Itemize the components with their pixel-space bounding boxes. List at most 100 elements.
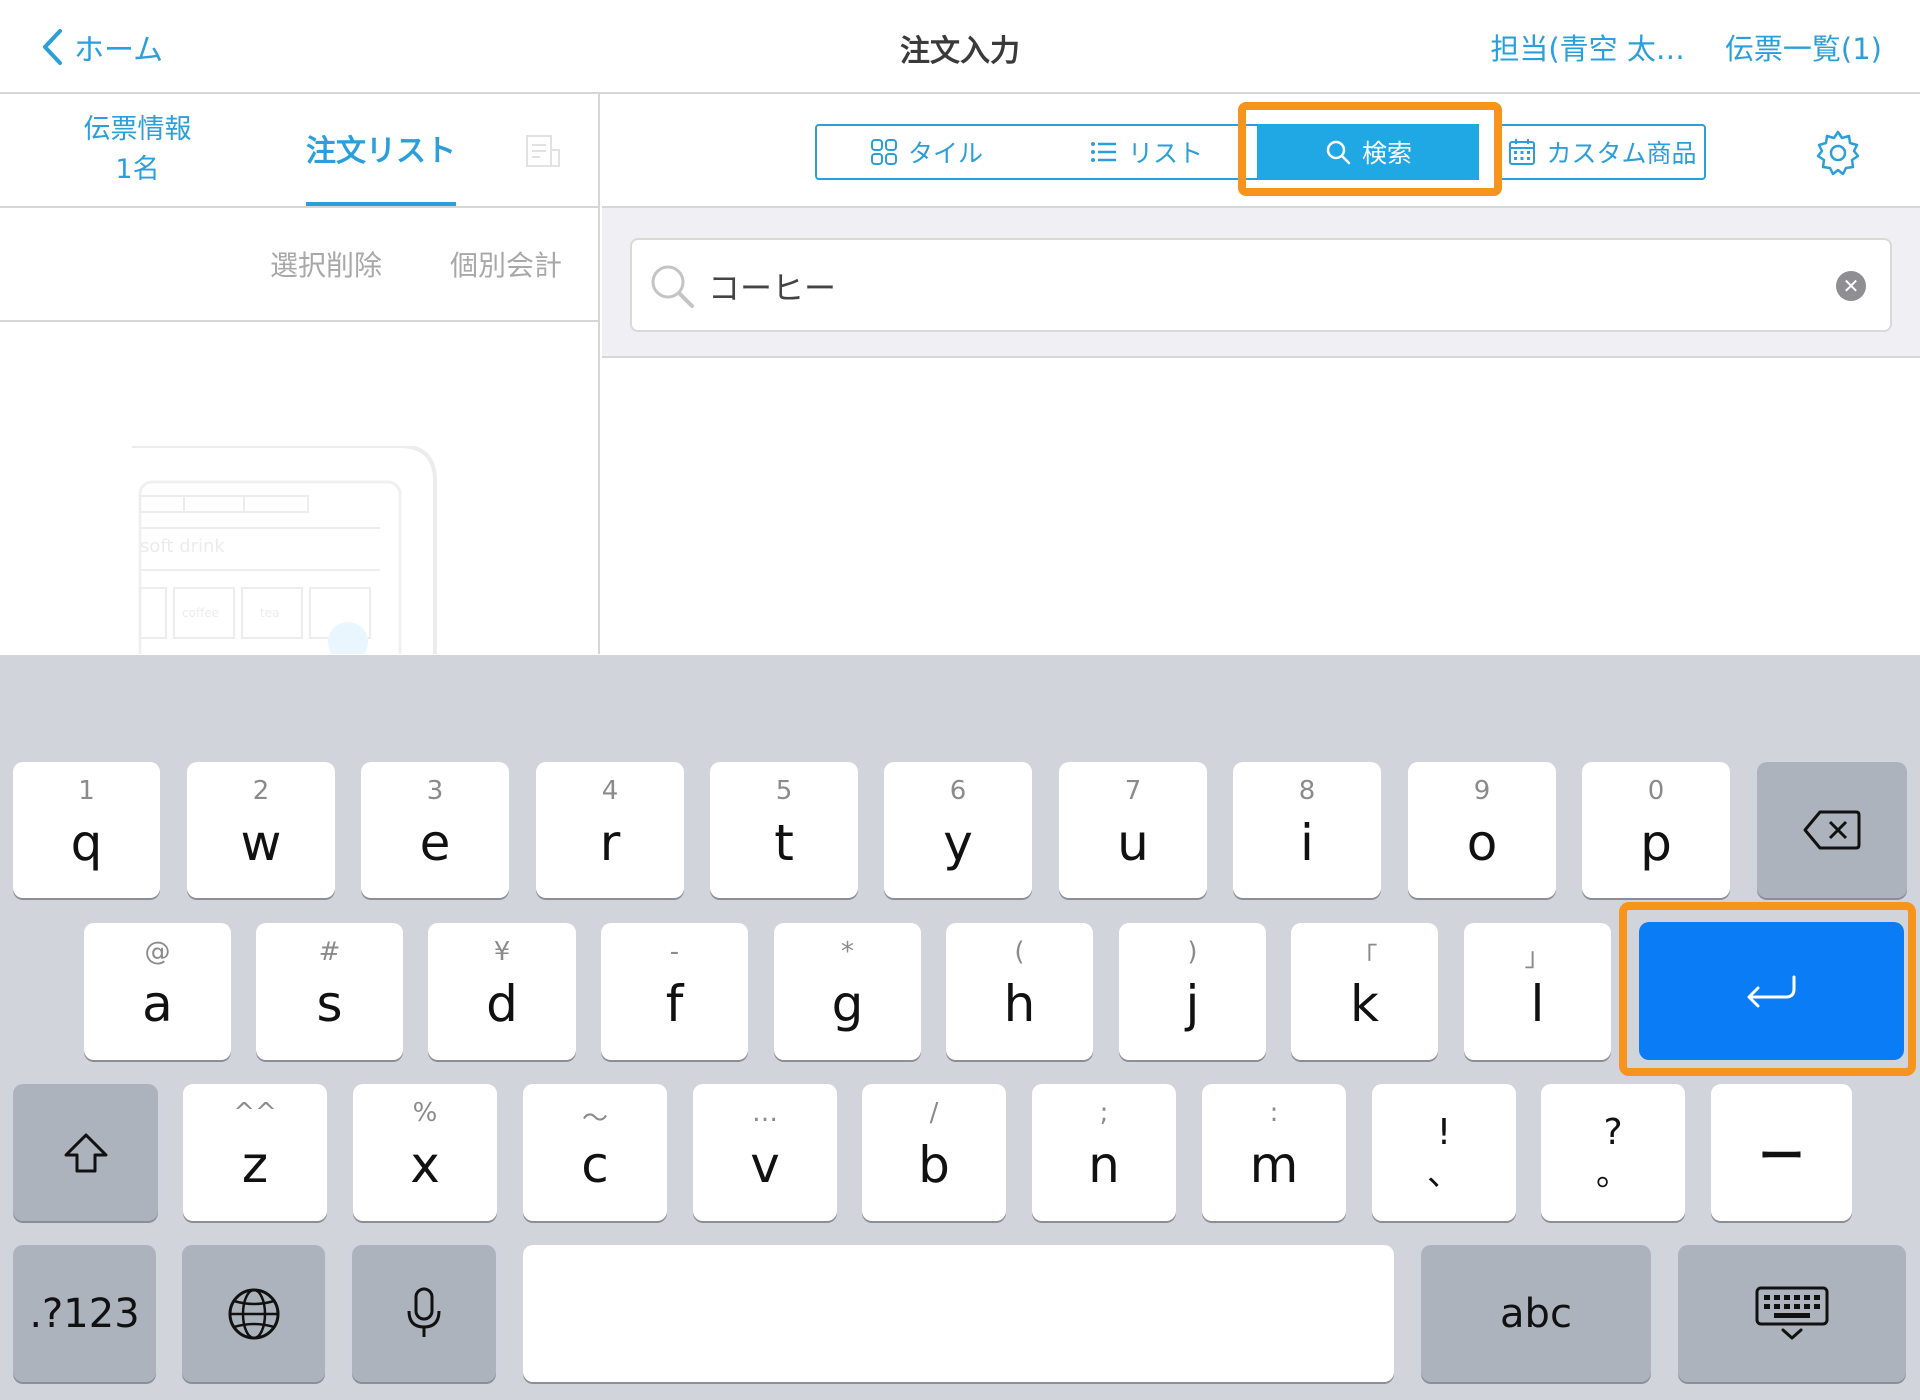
abc-key-label: abc — [1500, 1290, 1572, 1337]
gear-icon[interactable] — [1814, 128, 1862, 176]
microphone-key[interactable] — [352, 1245, 496, 1382]
magnifier-icon — [651, 265, 694, 308]
separate-checkout-button[interactable]: 個別会計 — [450, 244, 562, 284]
key-x[interactable]: % x — [353, 1084, 497, 1221]
key-label: g — [831, 975, 864, 1033]
order-side-panel: 伝票情報 1名 注文リスト 選択削除 個別会計 soft drink coffe… — [0, 94, 600, 654]
segment-tile[interactable]: タイル — [815, 124, 1038, 180]
segment-list[interactable]: リスト — [1036, 124, 1259, 180]
key-label: y — [943, 814, 973, 872]
key-z[interactable]: ^^ z — [183, 1084, 327, 1221]
key-sub-label: 2 — [252, 776, 270, 806]
key-o[interactable]: 9o — [1408, 762, 1556, 898]
key-label: l — [1530, 975, 1545, 1033]
key-d[interactable]: ¥ d — [428, 923, 576, 1060]
numbers-key[interactable]: .?123 — [13, 1245, 156, 1382]
key-label: w — [240, 814, 282, 872]
shift-key[interactable] — [13, 1084, 158, 1221]
key-f[interactable]: -f — [601, 923, 748, 1060]
key-y[interactable]: 6y — [884, 762, 1032, 898]
key-t[interactable]: 5t — [710, 762, 858, 898]
tab-slip-info[interactable]: 伝票情報 1名 — [60, 110, 215, 190]
key-sub-label: 」 — [1524, 943, 1551, 973]
clear-icon[interactable]: ✕ — [1836, 271, 1866, 301]
key-b[interactable]: / b — [862, 1084, 1006, 1221]
key-h[interactable]: (h — [946, 923, 1093, 1060]
key-l[interactable]: 」 l — [1464, 923, 1611, 1060]
back-label: ホーム — [74, 33, 164, 68]
key-sub-label: 3 — [426, 776, 444, 806]
backspace-icon — [1803, 810, 1861, 850]
key-c[interactable]: 〜 c — [523, 1084, 667, 1221]
document-icon[interactable] — [525, 134, 561, 168]
return-key[interactable] — [1639, 922, 1904, 1060]
key-comma[interactable]: !、 — [1372, 1084, 1516, 1221]
nav-bar: ホーム 注文入力 担当(青空 太… 伝票一覧(1) — [0, 0, 1920, 94]
key-long-vowel[interactable]: ー — [1711, 1084, 1852, 1221]
key-label: f — [665, 975, 684, 1033]
segment-search[interactable]: 検索 — [1257, 124, 1479, 180]
key-u[interactable]: 7u — [1059, 762, 1207, 898]
key-label: o — [1466, 814, 1498, 872]
key-sub-label: ¥ — [493, 937, 511, 967]
key-s[interactable]: # s — [256, 923, 403, 1060]
segment-custom-product[interactable]: カスタム商品 — [1499, 124, 1706, 180]
key-sub-label: ; — [1099, 1098, 1109, 1128]
key-sub-label: 0 — [1647, 776, 1665, 806]
backspace-key[interactable] — [1757, 762, 1907, 898]
slip-list-button[interactable]: 伝票一覧(1) — [1725, 26, 1882, 68]
tab-order-list[interactable]: 注文リスト — [306, 126, 456, 170]
key-v[interactable]: … v — [693, 1084, 837, 1221]
key-label: v — [750, 1136, 780, 1194]
order-actions-bar: 選択削除 個別会計 — [0, 208, 598, 322]
key-i[interactable]: 8i — [1233, 762, 1381, 898]
key-label: r — [599, 814, 621, 872]
key-label: x — [410, 1136, 440, 1194]
key-label: b — [918, 1136, 950, 1194]
key-sub-label: ( — [1014, 937, 1025, 967]
key-label: m — [1249, 1136, 1299, 1194]
abc-key[interactable]: abc — [1421, 1245, 1651, 1382]
staff-button[interactable]: 担当(青空 太… — [1490, 26, 1685, 68]
key-sub-label: * — [841, 937, 854, 967]
key-period[interactable]: ?。 — [1541, 1084, 1685, 1221]
space-key[interactable] — [523, 1245, 1394, 1382]
microphone-icon — [407, 1287, 441, 1337]
key-sub-label: ^^ — [233, 1098, 277, 1128]
key-label: h — [1003, 975, 1036, 1033]
key-q[interactable]: 1q — [13, 762, 160, 898]
key-k[interactable]: 「k — [1291, 923, 1438, 1060]
key-sub-label: 1 — [78, 776, 95, 806]
search-input[interactable] — [708, 256, 1808, 316]
list-icon — [1090, 142, 1116, 162]
key-label: j — [1185, 975, 1200, 1033]
segment-search-label: 検索 — [1361, 139, 1412, 168]
key-r[interactable]: 4r — [536, 762, 684, 898]
dismiss-keyboard-key[interactable] — [1678, 1245, 1906, 1382]
numbers-key-label: .?123 — [29, 1290, 140, 1337]
key-n[interactable]: ; n — [1032, 1084, 1176, 1221]
key-label: t — [774, 814, 794, 872]
left-tab-bar: 伝票情報 1名 注文リスト — [0, 94, 598, 208]
key-sub-label: @ — [144, 937, 171, 967]
illustration-label: soft drink — [140, 536, 225, 557]
key-label: z — [241, 1136, 269, 1194]
keyboard-hide-icon — [1755, 1286, 1829, 1339]
key-g[interactable]: * g — [774, 923, 921, 1060]
grid-icon — [870, 139, 897, 165]
calendar-icon — [1509, 139, 1536, 165]
segment-tile-label: タイル — [907, 139, 983, 168]
key-w[interactable]: 2w — [187, 762, 335, 898]
key-j[interactable]: ) j — [1119, 923, 1266, 1060]
key-sub-label: 4 — [601, 776, 619, 806]
delete-selected-button[interactable]: 選択削除 — [270, 244, 382, 284]
globe-key[interactable] — [182, 1245, 325, 1382]
active-tab-indicator — [306, 202, 456, 206]
key-a[interactable]: @ a — [84, 923, 231, 1060]
globe-icon — [228, 1288, 279, 1339]
software-keyboard: 1q 2w 3e 4r 5t 6y 7u 8i 9o 0p @ a # s ¥ d -… — [0, 655, 1920, 1400]
back-button[interactable]: ホーム — [40, 22, 163, 72]
key-e[interactable]: 3e — [361, 762, 509, 898]
key-p[interactable]: 0p — [1582, 762, 1730, 898]
key-m[interactable]: :m — [1202, 1084, 1346, 1221]
